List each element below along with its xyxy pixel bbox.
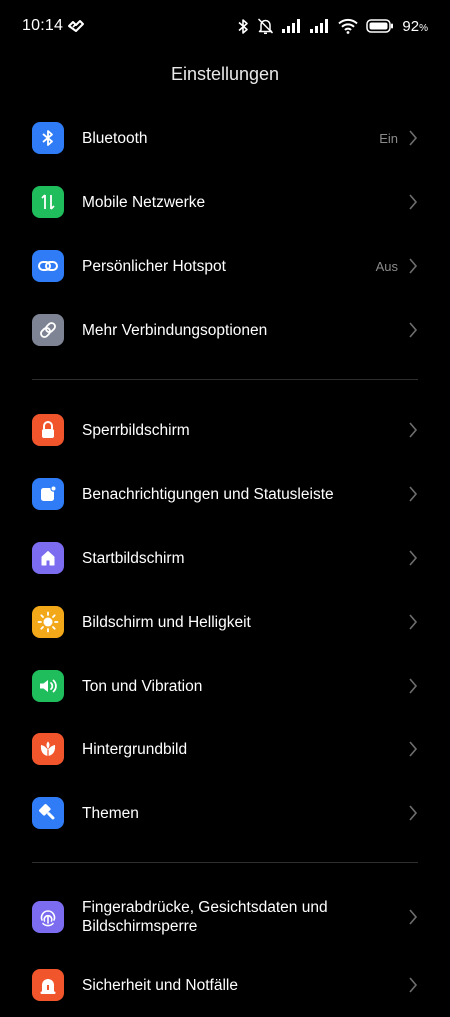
settings-item-label: Startbildschirm	[82, 550, 185, 567]
chevron-right-icon	[409, 550, 418, 566]
chevron-right-icon	[409, 258, 418, 274]
wifi-icon	[338, 18, 359, 34]
settings-item-wallpaper[interactable]: Hintergrundbild	[0, 717, 450, 781]
page-title: Einstellungen	[170, 64, 280, 84]
settings-item-personal-hotspot[interactable]: Persönlicher Hotspot Aus	[0, 234, 450, 298]
settings-item-themes[interactable]: Themen	[0, 781, 450, 845]
settings-item-label: Benachrichtigungen und Statusleiste	[82, 486, 334, 503]
settings-item-label: Bluetooth	[82, 130, 148, 147]
settings-item-bluetooth[interactable]: Bluetooth Ein	[0, 106, 450, 170]
bluetooth-icon	[32, 122, 64, 154]
connection-link-icon	[32, 314, 64, 346]
settings-item-more-connection-options[interactable]: Mehr Verbindungsoptionen	[0, 298, 450, 362]
signal-strength-icon-1	[282, 19, 301, 33]
settings-item-label: Fingerabdrücke, Gesichtsdaten und Bildsch…	[82, 899, 328, 935]
hotspot-link-icon	[32, 250, 64, 282]
bluetooth-status-value: Ein	[379, 131, 398, 146]
settings-item-label: Hintergrundbild	[82, 741, 188, 758]
section-divider	[32, 862, 418, 863]
settings-item-label: Themen	[82, 805, 139, 822]
status-time: 10:14	[22, 17, 64, 34]
chevron-right-icon	[409, 678, 418, 694]
settings-item-home-screen[interactable]: Startbildschirm	[0, 526, 450, 590]
brush-icon	[32, 797, 64, 829]
section-divider	[32, 379, 418, 380]
lock-icon	[32, 414, 64, 446]
home-icon	[32, 542, 64, 574]
battery-percentage: 92%	[402, 17, 428, 35]
wallpaper-flower-icon	[32, 733, 64, 765]
settings-item-label: Persönlicher Hotspot	[82, 258, 226, 275]
settings-item-display-brightness[interactable]: Bildschirm und Helligkeit	[0, 590, 450, 654]
settings-item-label: Sicherheit und Notfälle	[82, 977, 238, 994]
chevron-right-icon	[409, 422, 418, 438]
chevron-right-icon	[409, 194, 418, 210]
settings-item-label: Mehr Verbindungsoptionen	[82, 322, 268, 339]
settings-item-safety-emergency[interactable]: Sicherheit und Notfälle	[0, 953, 450, 1017]
battery-icon	[366, 19, 394, 33]
settings-item-label: Mobile Netzwerke	[82, 194, 206, 211]
settings-item-label: Ton und Vibration	[82, 678, 203, 695]
settings-item-label: Bildschirm und Helligkeit	[82, 614, 251, 631]
chevron-right-icon	[409, 130, 418, 146]
speaker-icon	[32, 670, 64, 702]
settings-item-notifications-status-bar[interactable]: Benachrichtigungen und Statusleiste	[0, 462, 450, 526]
chevron-right-icon	[409, 486, 418, 502]
settings-item-sound-vibration[interactable]: Ton und Vibration	[0, 654, 450, 718]
status-bar: 10:14 92%	[0, 0, 450, 56]
notification-icon	[32, 478, 64, 510]
chevron-right-icon	[409, 805, 418, 821]
silent-mode-icon	[258, 18, 274, 35]
signal-strength-icon-2	[310, 19, 329, 33]
emergency-icon	[32, 969, 64, 1001]
sun-icon	[32, 606, 64, 638]
chevron-right-icon	[409, 741, 418, 757]
app-notification-icon	[68, 20, 84, 32]
settings-item-mobile-networks[interactable]: Mobile Netzwerke	[0, 170, 450, 234]
chevron-right-icon	[409, 977, 418, 993]
chevron-right-icon	[409, 322, 418, 338]
chevron-right-icon	[409, 614, 418, 630]
bluetooth-status-icon	[238, 18, 249, 34]
settings-item-fingerprints-face-data[interactable]: Fingerabdrücke, Gesichtsdaten und Bildsch…	[0, 885, 450, 949]
mobile-data-icon	[32, 186, 64, 218]
settings-item-label: Sperrbildschirm	[82, 422, 190, 439]
fingerprint-icon	[32, 901, 64, 933]
hotspot-status-value: Aus	[375, 259, 398, 274]
chevron-right-icon	[409, 909, 418, 925]
settings-item-lock-screen[interactable]: Sperrbildschirm	[0, 398, 450, 462]
